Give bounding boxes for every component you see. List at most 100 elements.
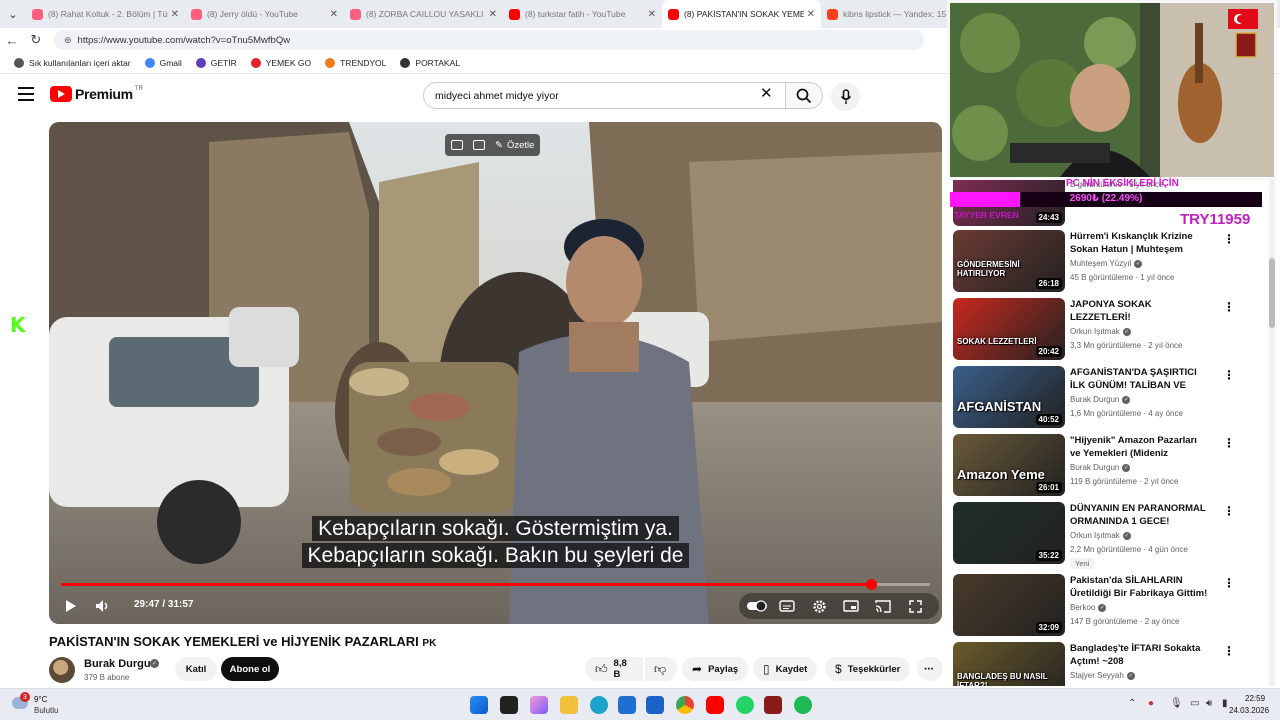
miniplayer-icon[interactable] [451, 140, 463, 150]
tab-close-icon[interactable]: ✕ [807, 9, 815, 20]
site-info-icon[interactable]: ⊜ [64, 35, 72, 46]
subtitles-button[interactable] [777, 596, 797, 616]
reload-icon[interactable]: ↻ [24, 28, 48, 52]
menu-hamburger-icon[interactable] [18, 87, 34, 101]
channel-name[interactable]: Burak Durgun ✓ [1070, 463, 1131, 472]
video-thumbnail[interactable]: AFGANİSTAN 40:52 [953, 366, 1065, 428]
recommended-video[interactable]: BANGLADEŞ BU NASIL İFTAR?! Bangladeş'te İ… [953, 642, 1273, 686]
battery-icon[interactable]: ▮ [1222, 698, 1228, 709]
more-vertical-icon[interactable]: ⋮ [1223, 576, 1235, 590]
youtube-premium-logo[interactable]: Premium TR [50, 86, 143, 102]
video-thumbnail[interactable]: SOKAK LEZZETLERİ 20:42 [953, 298, 1065, 360]
recommended-video[interactable]: AFGANİSTAN 40:52 AFGANİSTAN'DA ŞAŞIRTICI İ… [953, 366, 1273, 428]
autoplay-toggle[interactable] [745, 596, 769, 616]
video-thumbnail[interactable]: 32:09 [953, 574, 1065, 636]
more-vertical-icon[interactable]: ⋮ [1223, 232, 1235, 246]
back-arrow-icon[interactable]: ← [0, 28, 24, 52]
tray-microphone-icon[interactable]: 🎙︎ [1170, 698, 1183, 709]
recommended-video[interactable]: 35:22 DÜNYANIN EN PARANORMAL ORMANINDA 1 … [953, 502, 1273, 569]
like-button[interactable]: 👍︎ 8,8 B [585, 657, 643, 681]
search-clear-icon[interactable]: ✕ [760, 84, 773, 102]
video-thumbnail[interactable]: BANGLADEŞ BU NASIL İFTAR?! [953, 642, 1065, 686]
video-title[interactable]: DÜNYANIN EN PARANORMAL ORMANINDA 1 GECE! [1070, 502, 1210, 528]
thanks-button[interactable]: $ Teşekkürler [825, 657, 911, 681]
summarize-icon[interactable]: ✎ [495, 140, 503, 151]
tab-close-icon[interactable]: ✕ [330, 9, 338, 20]
bookmark-item[interactable]: YEMEK GO [250, 57, 311, 68]
browser-tab[interactable]: (8) PAKİSTAN'IN SOKAK YEMEKLERİ✕ [662, 0, 821, 28]
spotify-icon[interactable] [794, 696, 812, 714]
weather-description[interactable]: Bulutlu [34, 706, 58, 715]
dislike-button[interactable]: 👎︎ [645, 657, 677, 681]
chrome-icon[interactable] [676, 696, 694, 714]
summarize-label[interactable]: Özetle [507, 140, 534, 151]
speaker-icon[interactable]: 🔊︎ [1206, 698, 1212, 709]
weather-temperature[interactable]: 9°C [34, 695, 47, 704]
video-title[interactable]: "Hijyenik" Amazon Pazarları ve Yemekleri… [1070, 434, 1210, 461]
channel-name[interactable]: Stajyer Seyyah ✓ [1070, 671, 1135, 680]
video-player[interactable]: ✎ Özetle Kebapçıların sokağı. Göstermişt… [49, 122, 942, 624]
fullscreen-button[interactable] [905, 596, 925, 616]
edge-icon[interactable] [590, 696, 608, 714]
video-title[interactable]: AFGANİSTAN'DA ŞAŞIRTICI İLK GÜNÜM! TALİB… [1070, 366, 1210, 393]
more-vertical-icon[interactable]: ⋮ [1223, 436, 1235, 450]
browser-tab[interactable]: (8) ZORBA CAILLOU YASAKLI BÖLÜM✕ [344, 0, 503, 28]
recommended-video[interactable]: GÖNDERMESİNİ HATIRLIYOR 26:18 Hürrem'i Kıs… [953, 230, 1273, 292]
progress-bar[interactable] [61, 579, 930, 590]
channel-name[interactable]: Orkun Işıtmak ✓ [1070, 531, 1131, 540]
bookmark-item[interactable]: PORTAKAL [400, 57, 460, 68]
video-title[interactable]: Pakistan'da SİLAHLARIN Üretildiği Bir Fa… [1070, 574, 1210, 601]
video-thumbnail[interactable]: Amazon Yeme 26:01 [953, 434, 1065, 496]
cast-button[interactable] [873, 596, 893, 616]
more-vertical-icon[interactable]: ⋮ [1223, 504, 1235, 518]
voice-search-button[interactable] [831, 82, 860, 111]
channel-name[interactable]: Orkun Işıtmak ✓ [1070, 327, 1131, 336]
volume-button[interactable] [93, 596, 113, 616]
sidebar-scrollbar[interactable] [1269, 178, 1275, 686]
subscribe-button[interactable]: Abone ol [221, 657, 279, 681]
channel-name[interactable]: Burak Durgun [84, 658, 157, 670]
play-button[interactable] [61, 596, 81, 616]
browser-tab[interactable]: (8) Rahat Koltuk - 2. Bölüm | Türkçe✕ [26, 0, 185, 28]
channel-avatar[interactable] [49, 657, 75, 683]
channel-name[interactable]: Burak Durgun ✓ [1070, 395, 1131, 404]
video-thumbnail[interactable]: GÖNDERMESİNİ HATIRLIYOR 26:18 [953, 230, 1065, 292]
file-explorer-icon[interactable] [560, 696, 578, 714]
clock-date[interactable]: 24.03.2026 [1229, 706, 1269, 715]
browser-tab[interactable]: (8) Jerry öldü - YouTube ✕ [185, 0, 344, 28]
more-vertical-icon[interactable]: ⋮ [1223, 300, 1235, 314]
outlook-icon[interactable] [646, 696, 664, 714]
more-vertical-icon[interactable]: ⋮ [1223, 644, 1235, 658]
bookmark-item[interactable]: TRENDYOL [325, 57, 386, 68]
tab-close-icon[interactable]: ✕ [489, 9, 497, 20]
picture-in-picture-icon[interactable] [473, 140, 485, 150]
voicemeeter-icon[interactable] [764, 696, 782, 714]
bookmark-item[interactable]: Gmail [144, 57, 182, 68]
youtube-app-icon[interactable] [706, 696, 724, 714]
store-icon[interactable] [618, 696, 636, 714]
copilot-icon[interactable] [530, 696, 548, 714]
join-button[interactable]: Katıl [175, 657, 217, 681]
video-title[interactable]: JAPONYA SOKAK LEZZETLERİ! [1070, 298, 1210, 324]
tab-close-icon[interactable]: ✕ [171, 9, 179, 20]
bookmark-item[interactable]: Sık kullanılanları içeri aktar [14, 57, 131, 68]
task-view-icon[interactable] [500, 696, 518, 714]
save-button[interactable]: ▯ Kaydet [753, 657, 818, 681]
recommended-video[interactable]: Amazon Yeme 26:01 "Hijyenik" Amazon Pazarl… [953, 434, 1273, 496]
more-actions-button[interactable]: ⋯ [917, 657, 943, 681]
miniplayer-button[interactable] [841, 596, 861, 616]
browser-tab[interactable]: (8) turkstar fatih - YouTube ✕ [503, 0, 662, 28]
clock-time[interactable]: 22:59 [1245, 694, 1265, 703]
search-input[interactable]: midyeci ahmet midye yiyor [423, 82, 787, 109]
share-button[interactable]: ➦ Paylaş [682, 657, 749, 681]
scrollbar-thumb[interactable] [1269, 258, 1275, 328]
network-icon[interactable]: ▭ [1190, 698, 1199, 709]
windows-start-icon[interactable] [470, 696, 488, 714]
tab-list-chevron-icon[interactable]: ⌄ [0, 0, 26, 28]
recommended-video[interactable]: 32:09 Pakistan'da SİLAHLARIN Üretildiği B… [953, 574, 1273, 636]
video-thumbnail[interactable]: 35:22 [953, 502, 1065, 564]
video-title[interactable]: Hürrem'i Kıskançlık Krizine Sokan Hatun … [1070, 230, 1210, 257]
video-title[interactable]: Bangladeş'te İFTARI Sokakta Açtım! ~208 [1070, 642, 1210, 668]
bookmark-item[interactable]: GETİR [195, 57, 237, 68]
tab-close-icon[interactable]: ✕ [648, 9, 656, 20]
